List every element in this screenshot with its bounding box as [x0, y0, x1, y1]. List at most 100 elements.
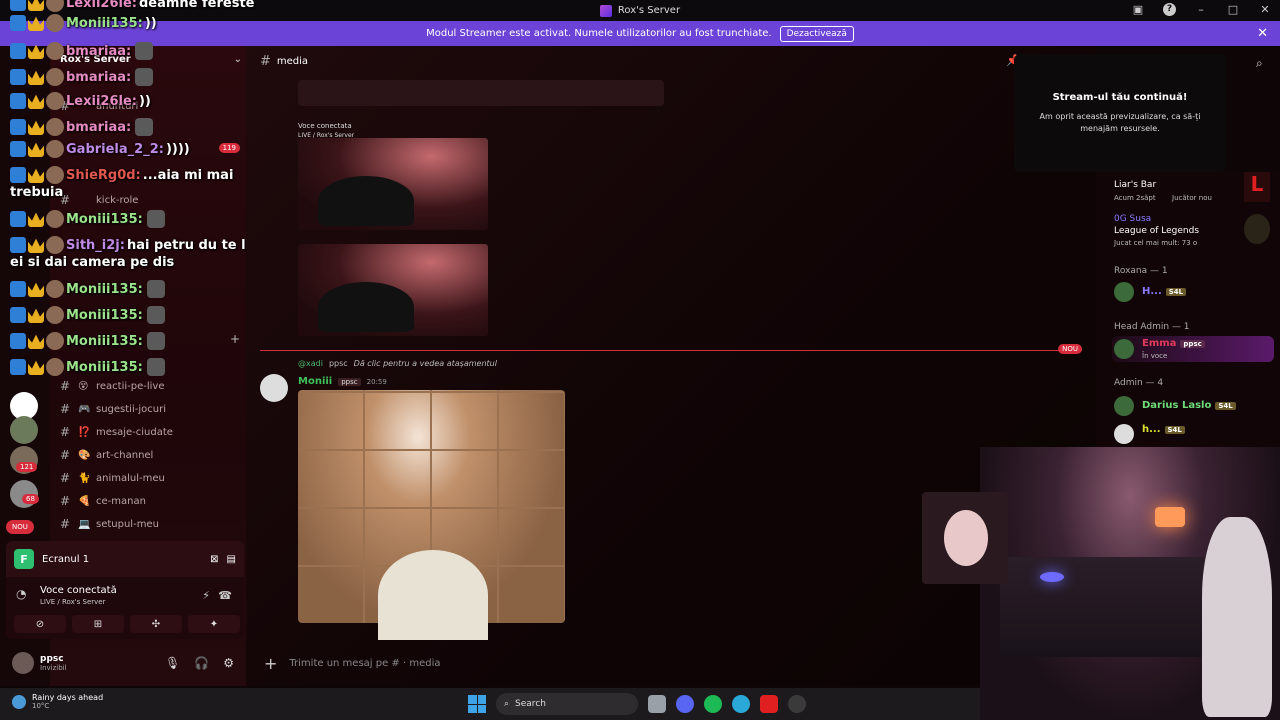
stream-preview-image[interactable]: [298, 244, 488, 336]
author-tag: ppsc: [338, 377, 361, 386]
composer-placeholder: Trimite un mesaj pe # · media: [289, 657, 441, 669]
message-composer[interactable]: + Trimite un mesaj pe # · media 🎁: [256, 648, 1092, 678]
member-name[interactable]: H... S4L: [1142, 286, 1187, 297]
channel-label: ce-manan: [96, 495, 146, 507]
app-icon[interactable]: [760, 695, 778, 713]
user-panel: ppsc Invizibil 🎙 🎧 ⚙: [6, 645, 244, 681]
member-tag: ppsc: [1180, 340, 1205, 348]
title-bar: Rox's Server ▣ ? – □ ✕: [0, 0, 1280, 21]
chevron-down-icon[interactable]: ⌄: [234, 54, 242, 65]
member-name-text: Emma: [1142, 338, 1177, 349]
channel-hash-icon: #: [260, 54, 271, 69]
channel-hash-icon: #: [60, 379, 71, 393]
disable-streamer-mode-button[interactable]: Dezactivează: [779, 25, 854, 42]
share-screen-button[interactable]: ⊞: [72, 615, 124, 633]
member-name[interactable]: Darius Laslo S4L: [1142, 400, 1236, 411]
reply-preview[interactable]: @xadi ppsc Dă clic pentru a vedea atașam…: [298, 359, 497, 368]
close-banner-icon[interactable]: ✕: [1257, 26, 1268, 41]
add-channel-icon[interactable]: +: [230, 332, 240, 346]
member-name[interactable]: 0G Susa: [1114, 214, 1151, 224]
channel-item[interactable]: # 🎮 sugestii-jocuri: [60, 399, 240, 419]
reply-text: Dă clic pentru a vedea atașamentul: [353, 359, 497, 368]
member-avatar[interactable]: [1114, 424, 1134, 444]
message-time: 20:59: [366, 377, 387, 386]
help-icon[interactable]: ?: [1163, 2, 1176, 16]
popout-icon[interactable]: ▤: [227, 554, 236, 565]
voice-controls: ⊘ ⊞ ✣ ✦: [14, 615, 240, 633]
maximize-button[interactable]: □: [1226, 2, 1240, 16]
window-title-text: Rox's Server: [617, 5, 681, 16]
windows-start-icon[interactable]: [468, 695, 486, 713]
server-name: Rox's Server: [60, 54, 131, 65]
screen-share-label: Ecranul 1: [42, 553, 90, 565]
member-avatar[interactable]: [1114, 396, 1134, 416]
member-name[interactable]: Emma ppsc: [1142, 338, 1205, 349]
headphones-icon[interactable]: 🎧: [194, 656, 209, 670]
channel-label: kick-role: [96, 194, 139, 206]
weather-widget[interactable]: Rainy days ahead 10°C: [12, 693, 103, 710]
taskbar-search[interactable]: ⌕ Search: [496, 693, 638, 715]
server-icon[interactable]: [10, 416, 38, 444]
channel-hash-icon: #: [60, 99, 71, 113]
disconnect-icon[interactable]: ☎: [218, 589, 232, 602]
discord-icon[interactable]: [676, 695, 694, 713]
settings-gear-icon[interactable]: ⚙: [223, 656, 234, 670]
voice-channel-name[interactable]: LIVE / Rox's Server: [40, 598, 106, 606]
channel-item[interactable]: # 🐈 animalul-meu: [60, 468, 240, 488]
channel-item[interactable]: # 💻 setupul-meu: [60, 514, 240, 534]
user-name: ppsc: [40, 654, 64, 664]
message-image-attachment[interactable]: [298, 390, 565, 640]
message-header: Moniii ppsc 20:59: [298, 376, 387, 387]
activities-button[interactable]: ✣: [130, 615, 182, 633]
channel-hash-icon: #: [60, 193, 71, 207]
minimize-button[interactable]: –: [1194, 2, 1208, 16]
stream-preview-image[interactable]: [298, 138, 488, 230]
reply-tag: ppsc: [328, 359, 348, 368]
member-avatar[interactable]: [1114, 339, 1134, 359]
league-of-legends-icon: [1244, 214, 1270, 244]
screen-share-panel[interactable]: F Ecranul 1 ⊠ ▤: [6, 541, 244, 577]
edge-icon[interactable]: [732, 695, 750, 713]
search-icon[interactable]: ⌕: [1256, 56, 1263, 71]
new-messages-label: NOU: [1058, 344, 1082, 354]
channel-label: mesaje-ciudate: [96, 426, 173, 438]
message-author[interactable]: Moniii: [298, 376, 332, 387]
channel-item[interactable]: # 🎨 art-channel: [60, 445, 240, 465]
channel-item[interactable]: # kick-role: [60, 190, 240, 210]
noise-suppression-icon[interactable]: ⚡: [202, 589, 210, 602]
member-avatar[interactable]: [1114, 282, 1134, 302]
search-icon: ⌕: [504, 699, 510, 709]
image-attachment[interactable]: [298, 80, 664, 106]
member-name[interactable]: h... S4L: [1142, 424, 1185, 435]
channel-emoji: 🐈: [78, 472, 91, 484]
voice-connection-panel: ◔ Voce conectată LIVE / Rox's Server ⚡ ☎…: [6, 577, 244, 639]
channel-label: setupul-meu: [96, 518, 159, 530]
new-messages-divider: [260, 350, 1082, 351]
soundboard-button[interactable]: ✦: [188, 615, 240, 633]
camera-off-button[interactable]: ⊘: [14, 615, 66, 633]
channel-item[interactable]: # anunturi: [60, 96, 240, 116]
activity-title: Liar's Bar: [1114, 180, 1157, 190]
channel-label: animalul-meu: [96, 472, 165, 484]
windows-taskbar: Rainy days ahead 10°C ⌕ Search: [0, 688, 980, 720]
activity-sub: Acum 2săpt: [1114, 194, 1156, 202]
close-window-button[interactable]: ✕: [1258, 2, 1272, 16]
message-author-avatar[interactable]: [260, 374, 288, 402]
spotify-icon[interactable]: [704, 695, 722, 713]
upload-plus-icon[interactable]: +: [264, 654, 277, 673]
channel-emoji: 🍕: [78, 495, 91, 507]
channel-emoji: ⁉️: [78, 426, 91, 438]
server-header[interactable]: Rox's Server ⌄: [60, 54, 246, 65]
role-group-header: Admin — 4: [1114, 378, 1164, 388]
inbox-icon[interactable]: ▣: [1131, 2, 1145, 16]
task-view-icon[interactable]: [648, 695, 666, 713]
channel-emoji: 😵: [78, 380, 89, 392]
channel-item[interactable]: # 🍕 ce-manan: [60, 491, 240, 511]
obs-icon[interactable]: [788, 695, 806, 713]
user-avatar[interactable]: [12, 652, 34, 674]
channel-item[interactable]: # 😵 reactii-pe-live: [60, 376, 240, 396]
microphone-icon[interactable]: 🎙: [165, 656, 180, 670]
server-badge: 121: [16, 462, 38, 472]
stop-stream-icon[interactable]: ⊠: [210, 554, 218, 565]
channel-item[interactable]: # ⁉️ mesaje-ciudate: [60, 422, 240, 442]
